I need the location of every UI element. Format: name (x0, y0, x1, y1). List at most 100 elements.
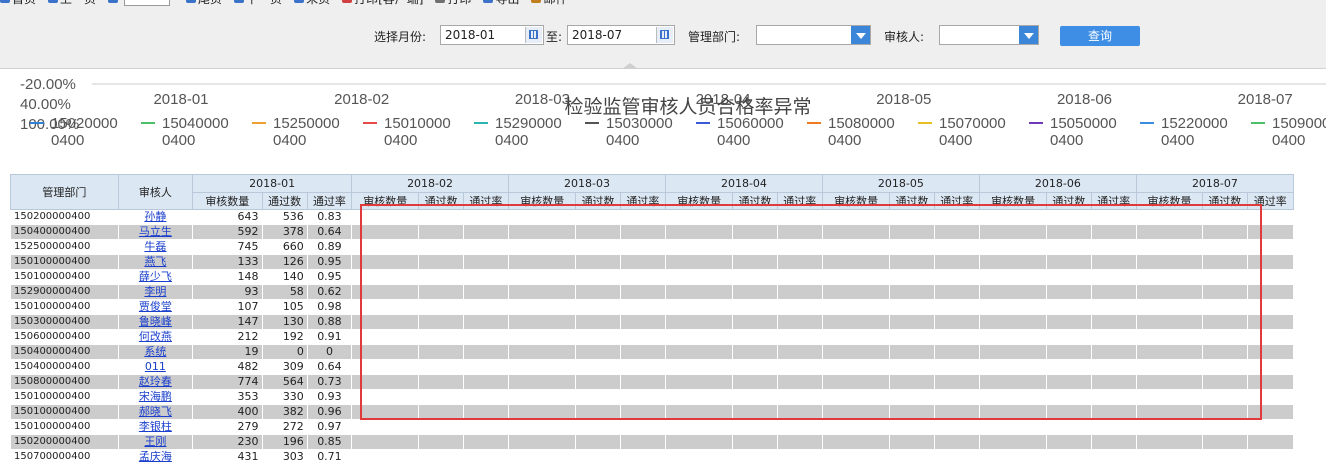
toolbar-item[interactable] (108, 0, 174, 6)
sub-header[interactable]: 审核数量 (1135, 192, 1204, 210)
pass-cell: 192 (261, 329, 308, 345)
empty-cell (1202, 359, 1248, 375)
dept-select[interactable] (756, 25, 871, 45)
chevron-down-icon[interactable] (1019, 26, 1038, 44)
toolbar-item[interactable]: 首页 (0, 0, 36, 6)
col-header-reviewer[interactable]: 审核人 (117, 174, 194, 210)
reviewer-link[interactable]: 011 (145, 361, 166, 374)
sub-header[interactable]: 通过数 (418, 192, 464, 210)
empty-cell (619, 224, 666, 240)
empty-cell (575, 404, 621, 420)
sub-header[interactable]: 审核数量 (664, 192, 734, 210)
sub-header[interactable]: 审核数量 (192, 192, 263, 210)
count-cell: 774 (192, 374, 263, 390)
toolbar-item[interactable]: 导出 (483, 0, 519, 6)
sub-header[interactable]: 通过率 (462, 192, 510, 210)
empty-cell (1046, 314, 1092, 330)
empty-cell (508, 284, 577, 300)
calendar-icon[interactable] (656, 27, 673, 43)
reviewer-link[interactable]: 孙静 (144, 211, 166, 224)
empty-cell (1202, 209, 1248, 225)
empty-cell (351, 449, 420, 465)
sub-header[interactable]: 审核数量 (978, 192, 1048, 210)
calendar-icon[interactable] (525, 27, 542, 43)
sub-header[interactable]: 通过率 (1246, 192, 1295, 210)
empty-cell (1246, 284, 1295, 300)
reviewer-link[interactable]: 李明 (144, 286, 166, 299)
chevron-down-icon[interactable] (851, 26, 870, 44)
empty-cell (821, 389, 891, 405)
reviewer-link[interactable]: 郝晓飞 (139, 406, 172, 419)
sub-header[interactable]: 审核数量 (508, 192, 577, 210)
empty-cell (1246, 269, 1295, 285)
sub-header[interactable]: 通过率 (306, 192, 353, 210)
empty-cell (1135, 344, 1204, 360)
empty-cell (462, 209, 510, 225)
empty-cell (732, 239, 778, 255)
empty-cell (732, 254, 778, 270)
empty-cell (821, 269, 891, 285)
start-month-input[interactable]: 2018-01 (440, 25, 544, 45)
count-cell: 745 (192, 239, 263, 255)
reviewer-link[interactable]: 宋海鹏 (139, 391, 172, 404)
toolbar-item[interactable]: 尾页 (186, 0, 222, 6)
toolbar-item[interactable]: 下一页 (234, 0, 282, 6)
sub-header[interactable]: 通过率 (619, 192, 666, 210)
table-row: 150400000400 系统 19 0 0 (10, 344, 1295, 360)
table-row: 150100000400 宋海鹏 353 330 0.93 (10, 389, 1295, 405)
month-header: 2018-02 (351, 174, 510, 193)
toolbar-icon (435, 0, 446, 3)
sub-header[interactable]: 通过数 (575, 192, 621, 210)
legend-label: 15220000 (1161, 115, 1228, 132)
empty-cell (1202, 299, 1248, 315)
reviewer-link[interactable]: 牛磊 (144, 241, 166, 254)
empty-cell (1090, 209, 1137, 225)
empty-cell (575, 359, 621, 375)
empty-cell (776, 314, 823, 330)
sub-header[interactable]: 通过率 (1090, 192, 1137, 210)
reviewer-link[interactable]: 马立生 (139, 226, 172, 239)
rate-cell: 0.95 (306, 254, 353, 270)
table-row: 150200000400 孙静 643 536 0.83 (10, 209, 1295, 225)
reviewer-link[interactable]: 李银柱 (139, 421, 172, 434)
sub-header[interactable]: 通过数 (1202, 192, 1248, 210)
reviewer-link[interactable]: 孟庆海 (139, 451, 172, 464)
sub-header[interactable]: 通过率 (933, 192, 980, 210)
sub-header[interactable]: 通过数 (889, 192, 935, 210)
empty-cell (1246, 404, 1295, 420)
sub-header[interactable]: 通过数 (1046, 192, 1092, 210)
toolbar-icon (483, 0, 494, 3)
reviewer-link[interactable]: 赵玲春 (139, 376, 172, 389)
reviewer-link[interactable]: 王刚 (144, 436, 166, 449)
reviewer-link[interactable]: 系统 (144, 346, 166, 359)
sub-header[interactable]: 通过数 (261, 192, 308, 210)
reviewer-link[interactable]: 薛少飞 (139, 271, 172, 284)
empty-cell (1046, 269, 1092, 285)
sub-header[interactable]: 通过数 (732, 192, 778, 210)
toolbar-item[interactable]: 打印 (435, 0, 471, 6)
empty-cell (1135, 419, 1204, 435)
end-month-input[interactable]: 2018-07 (567, 25, 675, 45)
table-row: 150400000400 马立生 592 378 0.64 (10, 224, 1295, 240)
reviewer-link[interactable]: 贾俊堂 (139, 301, 172, 314)
toolbar-item[interactable]: 打印[客户端] (342, 0, 423, 6)
toolbar-item[interactable]: 末页 (294, 0, 330, 6)
sub-header[interactable]: 审核数量 (351, 192, 420, 210)
toolbar-item[interactable]: 邮件 (531, 0, 568, 6)
rate-cell: 0.62 (306, 284, 353, 300)
empty-cell (1090, 314, 1137, 330)
x-tick-label: 2018-03 (515, 91, 570, 108)
reviewer-cell: 王刚 (117, 434, 194, 450)
reviewer-link[interactable]: 何改燕 (139, 331, 172, 344)
collapse-panel-icon[interactable] (622, 63, 638, 69)
query-button[interactable]: 查询 (1060, 26, 1140, 46)
sub-header[interactable]: 审核数量 (821, 192, 891, 210)
sub-header[interactable]: 通过率 (776, 192, 823, 210)
reviewer-select[interactable] (939, 25, 1039, 45)
empty-cell (1135, 314, 1204, 330)
col-header-dept[interactable]: 管理部门 (10, 174, 119, 210)
empty-cell (508, 314, 577, 330)
toolbar-item[interactable]: 上一页 (48, 0, 96, 6)
reviewer-link[interactable]: 鲁晓峰 (139, 316, 172, 329)
reviewer-link[interactable]: 燕飞 (144, 256, 166, 269)
